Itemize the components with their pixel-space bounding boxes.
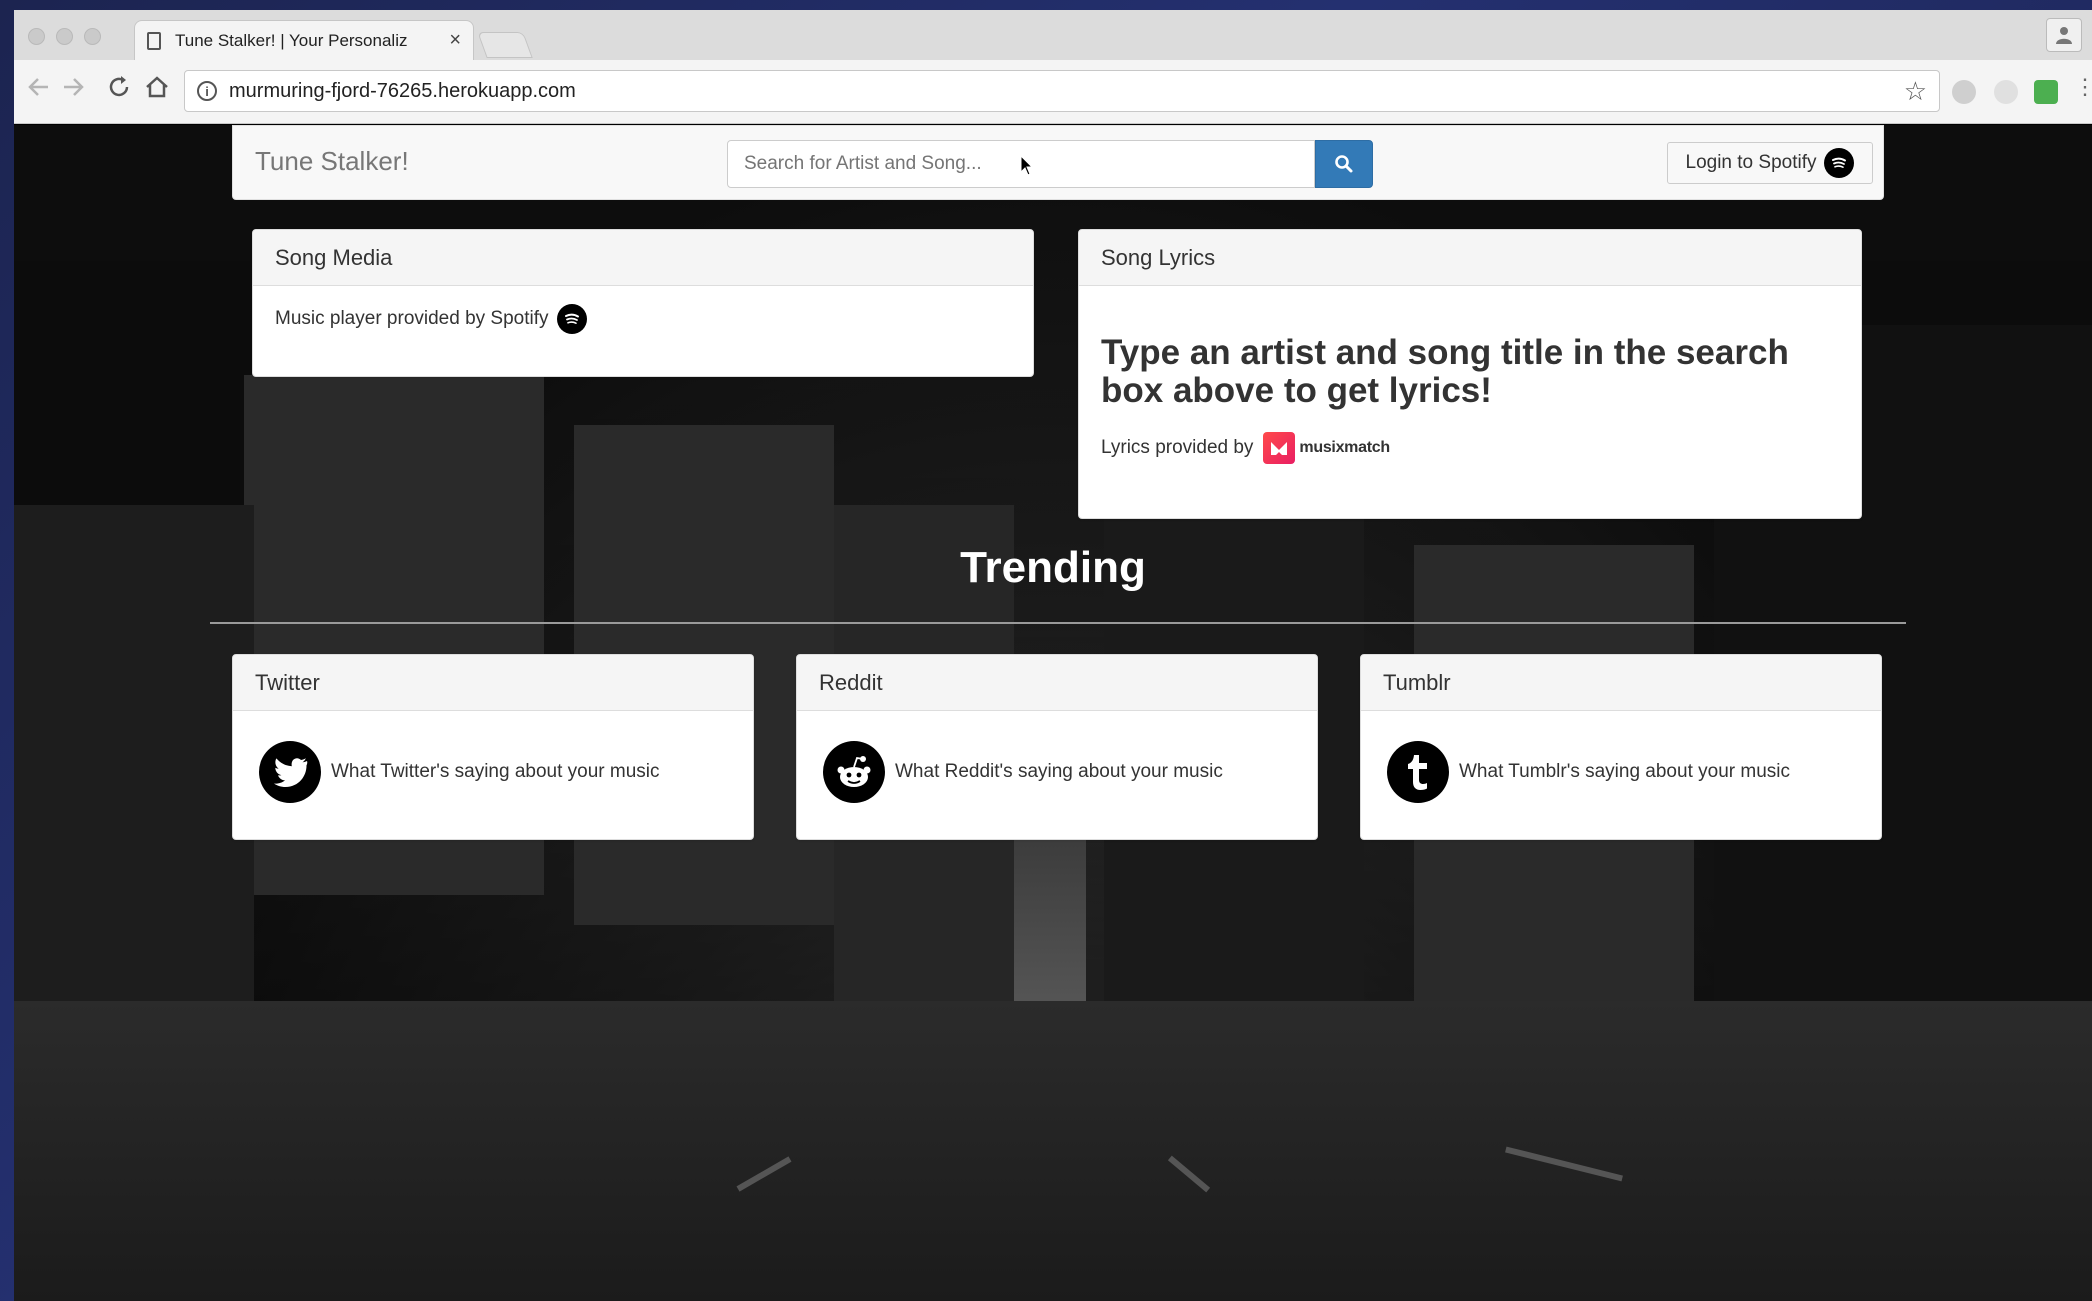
musixmatch-brand: musixmatch [1299, 439, 1390, 456]
panel-title: Twitter [233, 655, 753, 711]
close-window-button[interactable] [28, 28, 45, 45]
reload-icon[interactable] [106, 74, 132, 107]
lane-marking [736, 1156, 792, 1192]
browser-tab[interactable]: Tune Stalker! | Your Personaliz × [134, 20, 474, 60]
spotify-icon [556, 304, 587, 334]
spotify-icon [1824, 148, 1855, 178]
background-road [14, 1001, 2092, 1301]
reddit-icon [823, 741, 885, 803]
bookmark-star-icon[interactable]: ☆ [1904, 76, 1927, 107]
lyrics-credit-label: Lyrics provided by [1101, 437, 1254, 458]
brand-link[interactable]: Tune Stalker! [255, 146, 409, 177]
reddit-panel: Reddit What Reddit's saying about your m… [796, 654, 1318, 840]
login-label: Login to Spotify [1685, 152, 1817, 173]
search-icon [1335, 155, 1353, 173]
menu-icon[interactable]: ⋮ [2074, 74, 2092, 99]
lyrics-instructions: Type an artist and song title in the sea… [1101, 333, 1789, 410]
address-bar[interactable]: i murmuring-fjord-76265.herokuapp.com ☆ [184, 70, 1940, 112]
profile-icon[interactable] [2046, 18, 2082, 52]
extension-icon[interactable] [1994, 80, 2018, 104]
minimize-window-button[interactable] [56, 28, 73, 45]
panel-body: What Reddit's saying about your music [797, 711, 1317, 825]
divider [210, 622, 1906, 624]
twitter-icon [259, 741, 321, 803]
info-icon[interactable]: i [197, 81, 217, 101]
zoom-window-button[interactable] [84, 28, 101, 45]
navbar: Tune Stalker! Login to Spotify [232, 125, 1884, 200]
tab-strip: Tune Stalker! | Your Personaliz × [14, 10, 2092, 60]
panel-body: What Twitter's saying about your music [233, 711, 753, 825]
extension-icon[interactable] [1952, 80, 1976, 104]
twitter-text: What Twitter's saying about your music [331, 761, 660, 782]
panel-title: Song Media [253, 230, 1033, 286]
browser-toolbar: i murmuring-fjord-76265.herokuapp.com ☆ … [14, 60, 2092, 124]
song-media-panel: Song Media Music player provided by Spot… [252, 229, 1034, 377]
lane-marking [1167, 1155, 1211, 1193]
player-credit: Music player provided by Spotify [275, 308, 549, 329]
panel-title: Reddit [797, 655, 1317, 711]
login-spotify-button[interactable]: Login to Spotify [1667, 142, 1873, 184]
panel-body: Type an artist and song title in the sea… [1079, 286, 1861, 486]
song-lyrics-panel: Song Lyrics Type an artist and song titl… [1078, 229, 1862, 519]
panel-body: Music player provided by Spotify [253, 286, 1033, 356]
home-icon[interactable] [144, 74, 170, 107]
extension-icon[interactable] [2034, 80, 2058, 104]
trending-heading: Trending [960, 543, 1146, 592]
close-tab-icon[interactable]: × [449, 29, 461, 52]
page-content: Tune Stalker! Login to Spotify Song Medi… [14, 125, 2092, 1301]
twitter-panel: Twitter What Twitter's saying about your… [232, 654, 754, 840]
mouse-cursor-icon [1020, 155, 1034, 176]
tab-title: Tune Stalker! | Your Personaliz [175, 30, 408, 50]
reddit-text: What Reddit's saying about your music [895, 761, 1223, 782]
panel-body: What Tumblr's saying about your music [1361, 711, 1881, 825]
panel-title: Tumblr [1361, 655, 1881, 711]
forward-arrow-icon[interactable] [60, 74, 86, 107]
url-text: murmuring-fjord-76265.herokuapp.com [229, 79, 576, 102]
lyrics-credit: Lyrics provided by musixmatch [1101, 432, 1839, 464]
new-tab-button[interactable] [477, 32, 533, 58]
browser-window: Tune Stalker! | Your Personaliz × i murm… [14, 10, 2092, 1301]
musixmatch-logo-icon [1263, 432, 1296, 464]
tumblr-text: What Tumblr's saying about your music [1459, 761, 1790, 782]
search-button[interactable] [1315, 140, 1373, 188]
lane-marking [1505, 1146, 1623, 1182]
tumblr-panel: Tumblr What Tumblr's saying about your m… [1360, 654, 1882, 840]
tumblr-icon [1387, 741, 1449, 803]
back-arrow-icon[interactable] [26, 74, 52, 107]
page-icon [147, 31, 161, 50]
panel-title: Song Lyrics [1079, 230, 1861, 286]
